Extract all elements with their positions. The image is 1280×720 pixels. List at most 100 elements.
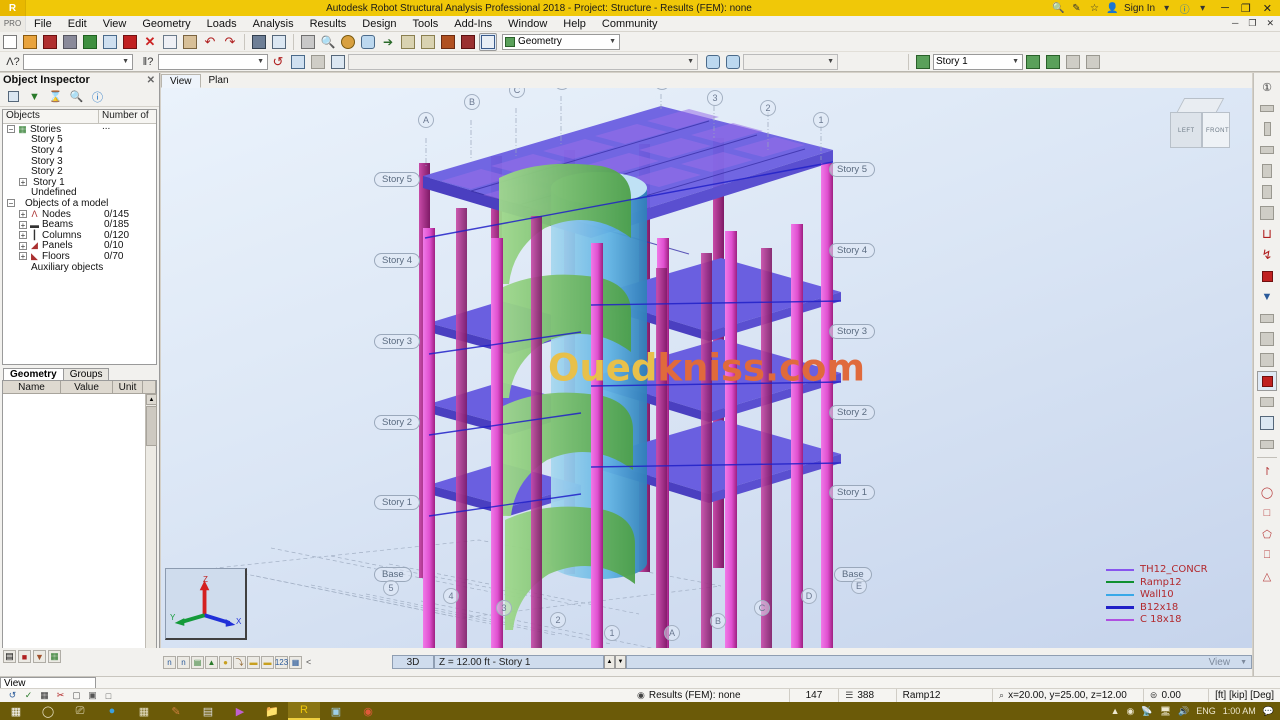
scroll-up-icon[interactable]: ▲ xyxy=(146,394,157,405)
grid-tag-b5[interactable]: 5 xyxy=(383,580,399,596)
current-level-field[interactable]: Z = 12.00 ft - Story 1 xyxy=(434,655,604,669)
circle-icon[interactable]: ◯ xyxy=(1257,482,1277,502)
model-viewport[interactable]: Ouedkniss.com LEFT FRONT Z X Y Story 5 S… xyxy=(161,88,1252,648)
story-tag-left-1[interactable]: Story 1 xyxy=(374,495,421,510)
explorer-icon[interactable]: 📁 xyxy=(256,702,288,720)
viewport-canvas[interactable]: Ouedkniss.com LEFT FRONT Z X Y Story 5 S… xyxy=(161,88,1252,648)
cable-icon[interactable] xyxy=(1257,308,1277,328)
story-tag-right-5[interactable]: Story 5 xyxy=(829,162,876,177)
tree-node-undefined[interactable]: Undefined xyxy=(3,187,156,198)
tables2-icon[interactable]: ▦ xyxy=(289,655,302,669)
layers3-icon[interactable]: ▦ xyxy=(48,650,61,663)
story-add-button[interactable] xyxy=(1024,53,1042,71)
tree-node-stories[interactable]: − ▦ Stories xyxy=(3,124,156,135)
chevron-down-icon[interactable]: ▼ xyxy=(1012,58,1019,65)
property-grid-body[interactable]: ▲ ▼ xyxy=(3,394,157,659)
menu-item-community[interactable]: Community xyxy=(594,16,666,32)
frame-icon[interactable]: □ xyxy=(102,690,115,702)
chevron-down-icon-2[interactable]: ▾ xyxy=(1196,2,1209,15)
panel-icon[interactable] xyxy=(1257,161,1277,181)
story-table-button[interactable] xyxy=(1064,53,1082,71)
story-tag-right-4[interactable]: Story 4 xyxy=(829,243,876,258)
story-tag-left-5[interactable]: Story 5 xyxy=(374,172,421,187)
selection-combo[interactable]: ▼ xyxy=(23,53,133,70)
grid-tag-b3[interactable]: 3 xyxy=(496,600,512,616)
globe-button[interactable] xyxy=(339,33,357,51)
property-grid[interactable]: Name Value Unit ▲ ▼ xyxy=(2,380,157,660)
painter-icon[interactable]: ✎ xyxy=(160,702,192,720)
snapshot-button[interactable] xyxy=(121,33,139,51)
print-button[interactable] xyxy=(61,33,79,51)
chevron-down-icon[interactable]: ▼ xyxy=(827,58,834,65)
chevron-down-icon[interactable]: ▼ xyxy=(687,58,694,65)
menu-item-design[interactable]: Design xyxy=(354,16,404,32)
tree-node-story-5[interactable]: Story 5 xyxy=(3,134,156,145)
tables-button[interactable] xyxy=(270,33,288,51)
chevron-up-icon[interactable]: ▲ xyxy=(1111,706,1120,716)
tab-view[interactable]: View xyxy=(161,74,201,88)
support-icon[interactable]: ⤵ xyxy=(233,655,246,669)
menu-item-edit[interactable]: Edit xyxy=(60,16,95,32)
box-icon[interactable]: ▣ xyxy=(86,690,99,702)
cortana-icon[interactable]: ◯ xyxy=(32,702,64,720)
filter3-icon[interactable]: ▼ xyxy=(33,650,46,663)
chevron-down-icon[interactable]: ▾ xyxy=(1160,2,1173,15)
menu-item-file[interactable]: File xyxy=(26,16,60,32)
filter-icon[interactable]: ▼ xyxy=(27,89,42,104)
layers-icon[interactable] xyxy=(6,89,21,104)
inner-restore-button[interactable]: ❐ xyxy=(1248,18,1256,29)
grid-icon[interactable] xyxy=(1257,329,1277,349)
level-icon[interactable] xyxy=(329,53,347,71)
more-chevron-icon[interactable]: < xyxy=(303,657,311,667)
tray-clock[interactable]: 1:00 AM xyxy=(1223,706,1256,716)
display-icon[interactable]: 🖥 xyxy=(1160,706,1171,717)
story-combo[interactable]: Story 1 ▼ xyxy=(933,53,1023,70)
section-n2-icon[interactable]: n xyxy=(177,655,190,669)
bar-icon[interactable] xyxy=(1257,98,1277,118)
cone-icon[interactable]: △ xyxy=(1257,566,1277,586)
dynamic-view-button[interactable] xyxy=(359,33,377,51)
tools-icon[interactable]: ✎ xyxy=(1070,2,1083,15)
menu-item-geometry[interactable]: Geometry xyxy=(134,16,198,32)
copy-button[interactable] xyxy=(161,33,179,51)
notification-icon[interactable]: 💬 xyxy=(1263,706,1274,717)
stack-icon[interactable] xyxy=(1257,434,1277,454)
close-button[interactable]: ✕ xyxy=(1263,2,1272,15)
tree-node-story-4[interactable]: Story 4 xyxy=(3,145,156,156)
rectangle-icon[interactable]: □ xyxy=(1257,503,1277,523)
grid-tag-bb[interactable]: B xyxy=(710,613,726,629)
tree-node-panels[interactable]: + ◢ Panels 0/10 xyxy=(3,240,156,251)
numbers-icon[interactable]: 123 xyxy=(275,655,288,669)
hourglass-icon[interactable]: ⌛ xyxy=(48,89,63,104)
scissors-icon[interactable]: ✂ xyxy=(54,690,67,702)
lock-icon[interactable] xyxy=(299,33,317,51)
leaf-icon[interactable] xyxy=(81,33,99,51)
help-icon[interactable]: ⓘ xyxy=(1178,2,1191,16)
story-down-icon[interactable] xyxy=(724,53,742,71)
solid-icon[interactable] xyxy=(1257,203,1277,223)
expander-icon[interactable]: + xyxy=(19,220,27,229)
tree-node-columns[interactable]: + ┃ Columns 0/120 xyxy=(3,230,156,241)
level-down-button[interactable]: ▼ xyxy=(615,655,626,669)
load-icon[interactable]: ▼ xyxy=(1257,287,1277,307)
calculator-icon[interactable]: ▤ xyxy=(192,702,224,720)
layout-combo[interactable]: Geometry ▼ xyxy=(502,33,620,50)
scroll-thumb[interactable] xyxy=(146,406,157,446)
pipe-icon[interactable]: ⎕ xyxy=(1257,545,1277,565)
tree-node-story-2[interactable]: Story 2 xyxy=(3,166,156,177)
tree-node-beams[interactable]: + ▬ Beams 0/185 xyxy=(3,219,156,230)
bulb-icon[interactable]: ● xyxy=(219,655,232,669)
tree-node-floors[interactable]: + ◣ Floors 0/70 xyxy=(3,251,156,262)
calculations-button[interactable] xyxy=(250,33,268,51)
story-tag-right-2[interactable]: Story 2 xyxy=(829,405,876,420)
property-grid-scrollbar[interactable]: ▲ ▼ xyxy=(145,394,157,659)
support-icon[interactable]: ⊔ xyxy=(1257,224,1277,244)
view-selector-field[interactable]: View ▼ xyxy=(626,655,1252,669)
restore-button[interactable]: ❐ xyxy=(1241,2,1251,15)
display-toggle-icon[interactable]: ▤ xyxy=(3,650,16,663)
shaded-view-icon[interactable] xyxy=(309,53,327,71)
member-icon[interactable] xyxy=(1257,371,1277,391)
record-icon[interactable]: ◉ xyxy=(1127,706,1135,717)
grid2-icon[interactable] xyxy=(1257,350,1277,370)
bug-icon[interactable] xyxy=(439,33,457,51)
